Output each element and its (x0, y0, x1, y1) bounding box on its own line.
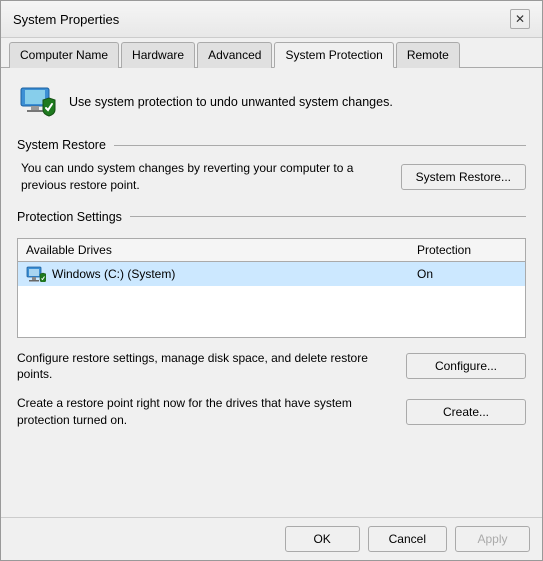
tab-system-protection[interactable]: System Protection (274, 42, 393, 68)
tab-hardware[interactable]: Hardware (121, 42, 195, 68)
system-restore-section: System Restore You can undo system chang… (17, 138, 526, 194)
tab-computer-name[interactable]: Computer Name (9, 42, 119, 68)
system-restore-description: You can undo system changes by reverting… (21, 160, 389, 194)
title-bar: System Properties ✕ (1, 1, 542, 38)
table-row[interactable]: Windows (C:) (System) On (18, 262, 525, 286)
protection-settings-section: Protection Settings Available Drives Pro… (17, 210, 526, 429)
system-protection-icon (17, 82, 57, 122)
info-description: Use system protection to undo unwanted s… (69, 95, 393, 109)
drive-icon (26, 266, 46, 282)
close-button[interactable]: ✕ (510, 9, 530, 29)
cancel-button[interactable]: Cancel (368, 526, 447, 552)
tab-remote[interactable]: Remote (396, 42, 460, 68)
dialog-footer: OK Cancel Apply (1, 517, 542, 560)
system-restore-button[interactable]: System Restore... (401, 164, 526, 190)
column-header-protection: Protection (417, 243, 517, 257)
apply-button[interactable]: Apply (455, 526, 530, 552)
drives-table-wrapper: Available Drives Protection (17, 238, 526, 338)
column-header-drives: Available Drives (26, 243, 417, 257)
protection-settings-label: Protection Settings (17, 210, 526, 224)
dialog-content: Use system protection to undo unwanted s… (1, 68, 542, 517)
create-description: Create a restore point right now for the… (17, 395, 394, 429)
tab-bar: Computer Name Hardware Advanced System P… (1, 38, 542, 68)
create-row: Create a restore point right now for the… (17, 395, 526, 429)
system-restore-label: System Restore (17, 138, 526, 152)
ok-button[interactable]: OK (285, 526, 360, 552)
tab-advanced[interactable]: Advanced (197, 42, 272, 68)
configure-button[interactable]: Configure... (406, 353, 526, 379)
system-properties-dialog: System Properties ✕ Computer Name Hardwa… (0, 0, 543, 561)
system-restore-content: You can undo system changes by reverting… (17, 160, 526, 194)
drives-table: Available Drives Protection (17, 238, 526, 338)
info-row: Use system protection to undo unwanted s… (17, 82, 526, 122)
configure-row: Configure restore settings, manage disk … (17, 350, 526, 384)
create-button[interactable]: Create... (406, 399, 526, 425)
protection-cell: On (417, 267, 517, 281)
table-header: Available Drives Protection (18, 239, 525, 262)
configure-description: Configure restore settings, manage disk … (17, 350, 394, 384)
dialog-title: System Properties (13, 12, 119, 27)
drive-cell: Windows (C:) (System) (26, 266, 417, 282)
